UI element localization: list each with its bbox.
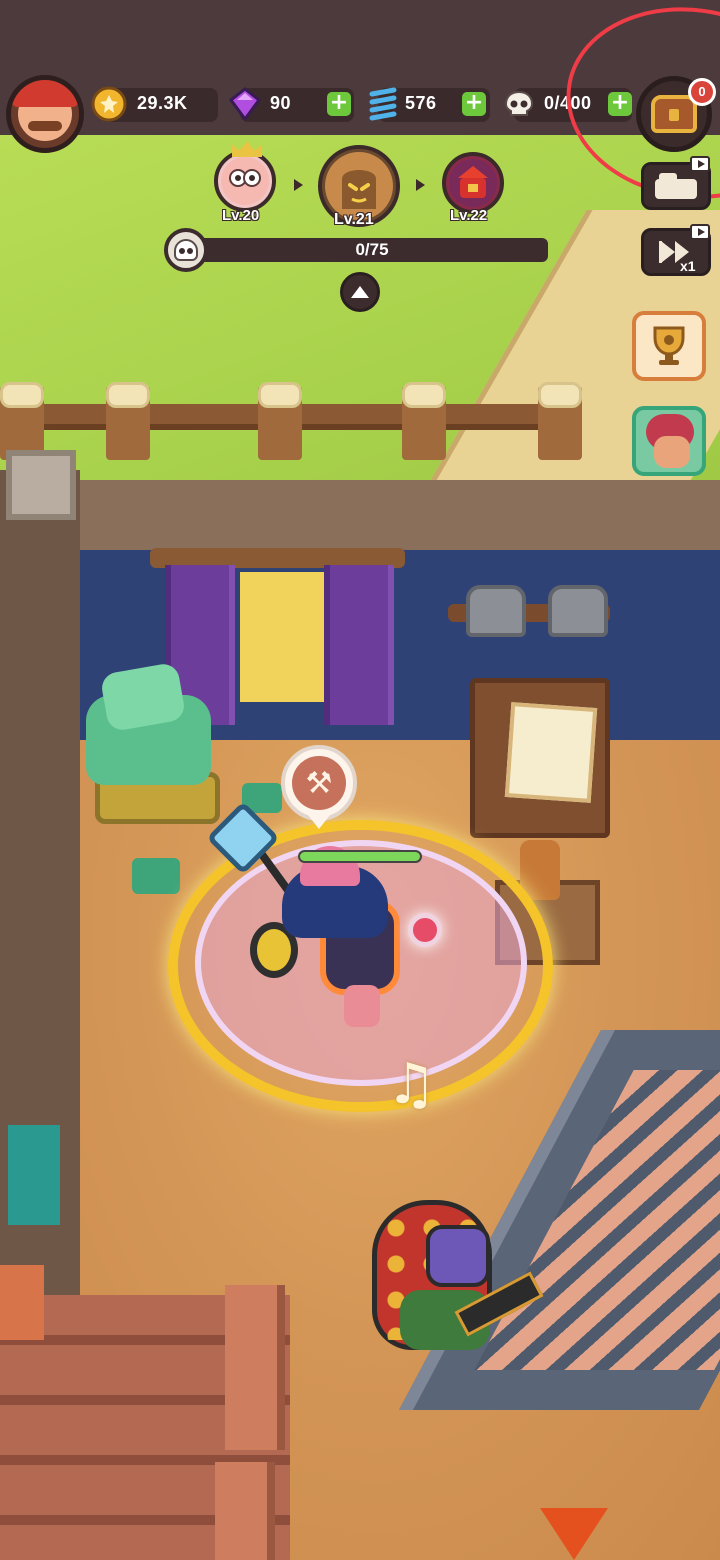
pickaxe-icon: ⚒	[292, 756, 346, 810]
player-avatar[interactable]	[6, 75, 84, 153]
stair-post	[215, 1462, 275, 1560]
pickup-orb[interactable]	[408, 913, 442, 947]
arrow-right-icon	[416, 179, 425, 191]
avatar-face-icon	[12, 80, 78, 141]
speed-label: x1	[680, 258, 696, 274]
chevron-up-icon	[351, 286, 369, 298]
helmet-icon	[466, 585, 526, 637]
arrow-right-icon	[294, 179, 303, 191]
fence-post	[538, 382, 582, 460]
window	[240, 572, 330, 702]
music-note-icon: ♫	[386, 1052, 437, 1117]
skill-bubble[interactable]: ⚒	[281, 745, 357, 821]
add-gems-button[interactable]: +	[327, 92, 351, 116]
player-health-bar	[298, 850, 422, 863]
orange-block	[0, 1265, 44, 1340]
player-legs	[344, 985, 380, 1027]
jade-rock	[132, 858, 180, 894]
gems-value: 90	[270, 93, 292, 113]
wave-level-next: Lv.22	[450, 207, 488, 224]
wave-level-prev: Lv.20	[222, 207, 260, 224]
add-energy-button[interactable]: +	[462, 92, 486, 116]
wave-progress-text: 0/75	[355, 240, 389, 259]
hero-portrait-button[interactable]	[632, 406, 706, 476]
teal-block	[8, 1125, 60, 1225]
cone-icon	[540, 1508, 608, 1560]
skill-bubble-tail	[308, 815, 330, 829]
wave-node-prev	[214, 150, 276, 212]
video-ad-icon	[690, 224, 710, 240]
paper-icon	[504, 702, 598, 803]
skull-icon	[500, 85, 538, 123]
skull-icon	[164, 228, 208, 272]
stair-post	[225, 1285, 285, 1450]
coins-value: 29.3K	[137, 93, 188, 113]
purple-gem-icon	[226, 85, 264, 123]
player-health-fill	[300, 852, 420, 861]
armor-icon	[548, 585, 608, 637]
trophy-button[interactable]	[632, 311, 706, 381]
wave-level-current: Lv.21	[334, 211, 374, 228]
gold-coin-icon	[90, 85, 128, 123]
collapse-up-button[interactable]	[340, 272, 380, 312]
curtain-right	[324, 565, 394, 725]
video-ad-icon	[690, 156, 710, 172]
energy-value: 576	[405, 93, 437, 113]
corner-post	[6, 450, 76, 520]
fence-post	[106, 382, 150, 460]
fence-post	[0, 382, 44, 460]
blue-spring-icon	[364, 85, 402, 123]
wave-node-next	[442, 152, 504, 214]
room-wall-top	[60, 480, 720, 550]
game-stage: ♫ ⚒ 29.3K 90 + 576 + 0/400 + 0 x1 Lv.20 …	[0, 0, 720, 1560]
fence-post	[402, 382, 446, 460]
fence-post	[258, 382, 302, 460]
npc-face	[426, 1225, 490, 1287]
